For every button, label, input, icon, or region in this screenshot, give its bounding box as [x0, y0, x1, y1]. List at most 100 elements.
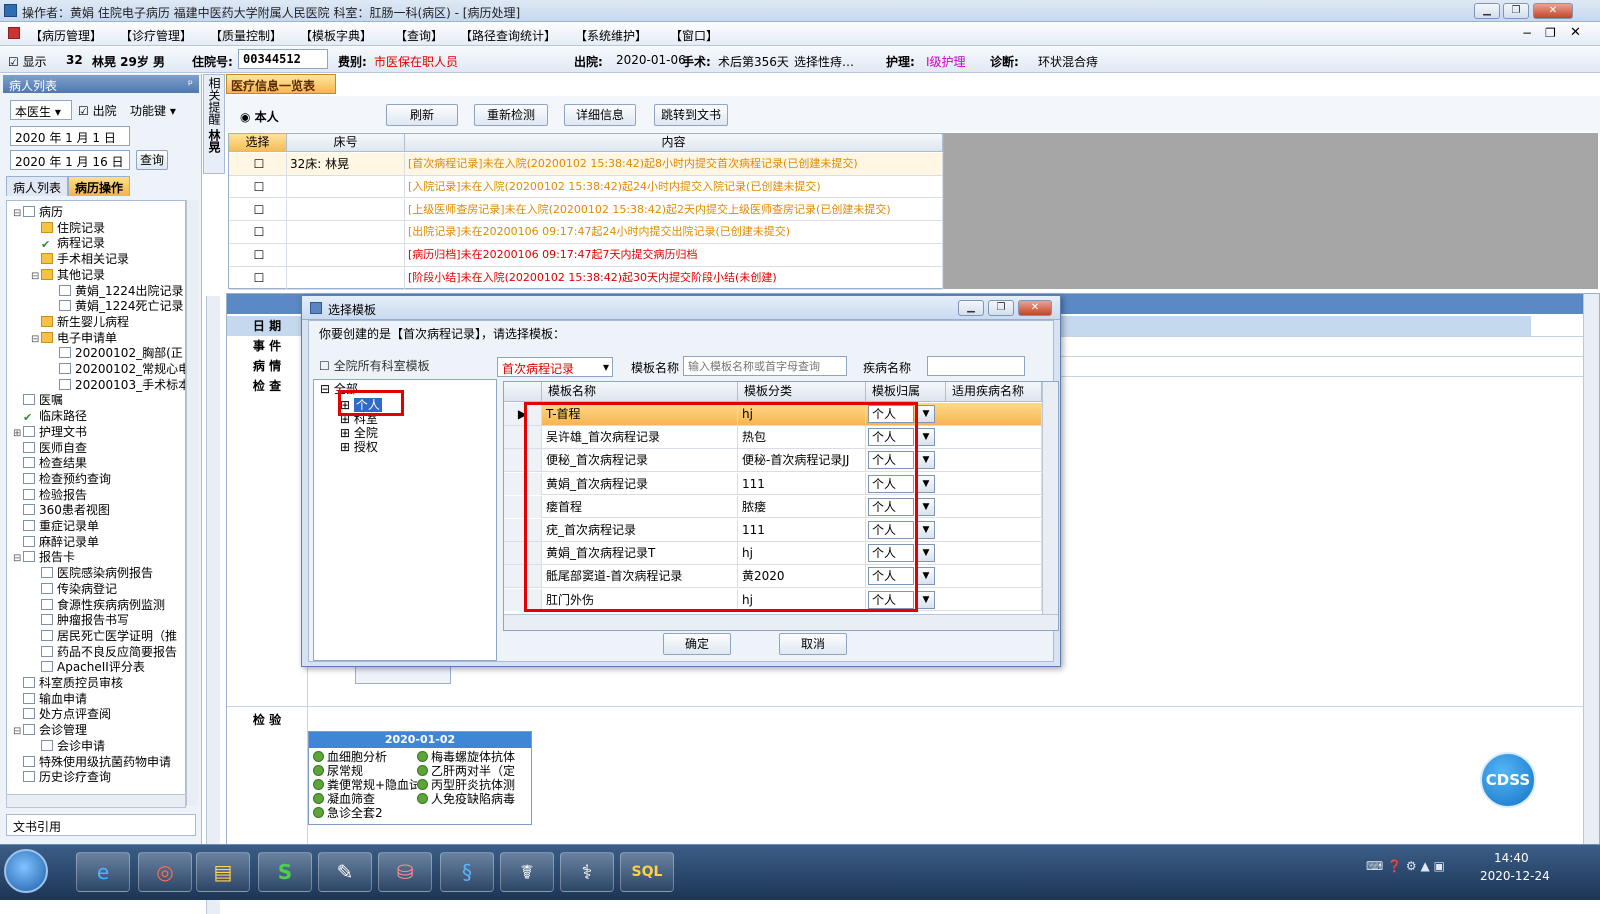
tree-item[interactable]: 20200102_常规心电: [49, 362, 185, 376]
tree-item[interactable]: 传染病登记: [31, 582, 117, 596]
col-template-category[interactable]: 模板分类: [738, 382, 866, 402]
reminder-strip[interactable]: 相关提醒 林晃: [203, 74, 225, 174]
self-radio[interactable]: ◉ 本人: [240, 108, 279, 125]
expander-icon[interactable]: ⊟: [31, 270, 41, 284]
alert-row[interactable]: ☐ [出院记录]未在20200106 09:17:47起24小时内提交出院记录(已…: [229, 221, 943, 244]
tree-item[interactable]: 检查结果: [13, 456, 87, 470]
taskbar-explorer-icon[interactable]: ▤: [196, 852, 250, 892]
lab-item[interactable]: 急诊全套2: [313, 806, 417, 820]
tab-patient-list[interactable]: 病人列表: [6, 176, 69, 196]
tree-item[interactable]: ⊟ 病历: [13, 205, 63, 221]
dropdown-arrow-icon[interactable]: ▼: [917, 451, 935, 470]
dropdown-arrow-icon[interactable]: ▼: [917, 474, 935, 493]
tree-node-authorized[interactable]: ⊞ 授权: [340, 438, 378, 455]
taskbar-database-icon[interactable]: ⛁: [378, 852, 432, 892]
template-grid-hscroll[interactable]: [504, 614, 1058, 630]
tree-item[interactable]: 检查预约查询: [13, 472, 111, 486]
menu-path-stats[interactable]: 【路径查询统计】: [460, 27, 556, 44]
start-button[interactable]: [4, 849, 48, 893]
tree-item[interactable]: 会诊申请: [31, 739, 105, 753]
taskbar-notepad-icon[interactable]: ✎: [318, 852, 372, 892]
expander-icon[interactable]: ⊟: [13, 207, 23, 221]
doctor-combo[interactable]: 本医生 ▾: [10, 100, 72, 120]
tree-item[interactable]: 20200102_胸部(正: [49, 346, 183, 360]
col-content-header[interactable]: 内容: [405, 134, 943, 152]
lab-results-card[interactable]: 2020-01-02 血细胞分析 尿常规 粪便常规+隐血试 凝血筛查 急诊全套2 梅毒螺…: [308, 731, 532, 825]
lab-item[interactable]: 血细胞分析: [313, 750, 417, 764]
tray-icons[interactable]: ⌨ ❓ ⚙ ▲ ▣: [1366, 859, 1445, 873]
tree-item[interactable]: ApacheII评分表: [31, 660, 145, 674]
menu-diagnosis-mgmt[interactable]: 【诊疗管理】: [120, 27, 192, 44]
ok-button[interactable]: 确定: [663, 633, 731, 655]
menu-query[interactable]: 【查询】: [395, 27, 443, 44]
dropdown-arrow-icon[interactable]: ▼: [917, 428, 935, 447]
tree-item[interactable]: 住院记录: [31, 221, 105, 235]
show-checkbox[interactable]: ☑ 显示: [8, 53, 47, 70]
lab-item[interactable]: 尿常规: [313, 764, 417, 778]
taskbar-ie-icon[interactable]: e: [76, 852, 130, 892]
alert-row[interactable]: ☐ [入院记录]未在入院(20200102 15:38:42)起24小时内提交入院…: [229, 175, 943, 199]
menu-quality-control[interactable]: 【质量控制】: [210, 27, 282, 44]
dialog-minimize-button[interactable]: ▁: [958, 300, 984, 316]
alert-row[interactable]: ☐ [阶段小结]未在入院(20200102 15:38:42)起30天内提交阶段小…: [229, 267, 943, 290]
cdss-button[interactable]: CDSS: [1480, 752, 1536, 808]
pin-icon[interactable]: ᵖ: [188, 77, 193, 91]
lab-item[interactable]: 粪便常规+隐血试: [313, 778, 417, 792]
taskbar-s-icon[interactable]: S: [258, 852, 312, 892]
row-select-checkbox[interactable]: ☐: [229, 244, 287, 267]
tree-item[interactable]: 20200103_手术标本: [49, 378, 185, 392]
tree-item[interactable]: 医嘱: [13, 393, 63, 407]
lab-item[interactable]: 丙型肝炎抗体测: [417, 778, 531, 792]
left-outer-scroll[interactable]: [206, 296, 220, 914]
col-disease[interactable]: 适用疾病名称: [946, 382, 1042, 402]
dropdown-arrow-icon[interactable]: ▼: [917, 567, 935, 586]
dialog-maximize-button[interactable]: ❐: [988, 300, 1014, 316]
menu-system[interactable]: 【系统维护】: [575, 27, 647, 44]
tree-item[interactable]: ✔ 临床路径: [13, 409, 87, 424]
tree-item[interactable]: ✔ 病程记录: [31, 236, 105, 251]
menu-record-mgmt[interactable]: 【病历管理】: [30, 27, 102, 44]
discharged-checkbox[interactable]: ☑ 出院: [78, 102, 117, 119]
tree-item[interactable]: 食源性疾病病例监测: [31, 598, 165, 612]
template-grid-vscroll[interactable]: [1042, 382, 1058, 614]
taskbar-s2-icon[interactable]: §: [440, 852, 494, 892]
tab-record-operation[interactable]: 病历操作: [68, 176, 131, 196]
taskbar-doctor2-icon[interactable]: ⚕: [560, 852, 614, 892]
tree-item[interactable]: 科室质控员审核: [13, 676, 123, 690]
query-button[interactable]: 查询: [136, 150, 168, 170]
date-to-picker[interactable]: 2020 年 1 月 16 日: [10, 150, 130, 170]
dropdown-arrow-icon[interactable]: ▼: [917, 544, 935, 563]
lab-item[interactable]: 乙肝两对半（定: [417, 764, 531, 778]
tree-item[interactable]: 药品不良反应简要报告: [31, 645, 177, 659]
tree-item[interactable]: ⊟ 会诊管理: [13, 723, 87, 739]
expander-icon[interactable]: ⊟: [13, 552, 23, 566]
taskbar-swirl-icon[interactable]: ◎: [138, 852, 192, 892]
tree-item[interactable]: 处方点评查阅: [13, 707, 111, 721]
tree-item[interactable]: 肿瘤报告书写: [31, 613, 129, 627]
tree-item[interactable]: 手术相关记录: [31, 252, 129, 266]
dialog-close-button[interactable]: ✕: [1018, 300, 1052, 316]
maximize-button[interactable]: ❐: [1503, 3, 1529, 19]
col-template-name[interactable]: 模板名称: [542, 382, 738, 402]
dropdown-arrow-icon[interactable]: ▼: [917, 405, 935, 423]
taskbar-sql-icon[interactable]: SQL: [620, 852, 674, 892]
tree-item[interactable]: 输血申请: [13, 692, 87, 706]
tree-item[interactable]: 检验报告: [13, 488, 87, 502]
tree-item[interactable]: 麻醉记录单: [13, 535, 99, 549]
dropdown-arrow-icon[interactable]: ▼: [917, 521, 935, 539]
tree-item[interactable]: 医院感染病例报告: [31, 566, 153, 580]
menu-window[interactable]: 【窗口】: [670, 27, 718, 44]
dropdown-arrow-icon[interactable]: ▼: [917, 497, 935, 516]
tree-item[interactable]: 黄娟_1224死亡记录: [49, 299, 184, 313]
row-select-checkbox[interactable]: ☐: [229, 221, 287, 244]
tree-item[interactable]: 特殊使用级抗菌药物申请: [13, 755, 171, 769]
lab-item[interactable]: 人免疫缺陷病毒: [417, 792, 531, 806]
all-dept-checkbox[interactable]: ☐ 全院所有科室模板: [319, 357, 430, 374]
lab-item[interactable]: 凝血筛查: [313, 792, 417, 806]
col-select-header[interactable]: 选择: [229, 134, 287, 152]
tree-item[interactable]: 黄娟_1224出院记录: [49, 284, 184, 298]
col-bed-header[interactable]: 床号: [287, 134, 405, 152]
tree-vscroll[interactable]: [186, 200, 198, 806]
mdi-minimize-button[interactable]: −: [1522, 26, 1532, 40]
tree-item[interactable]: ⊟ 电子申请单: [31, 331, 117, 347]
